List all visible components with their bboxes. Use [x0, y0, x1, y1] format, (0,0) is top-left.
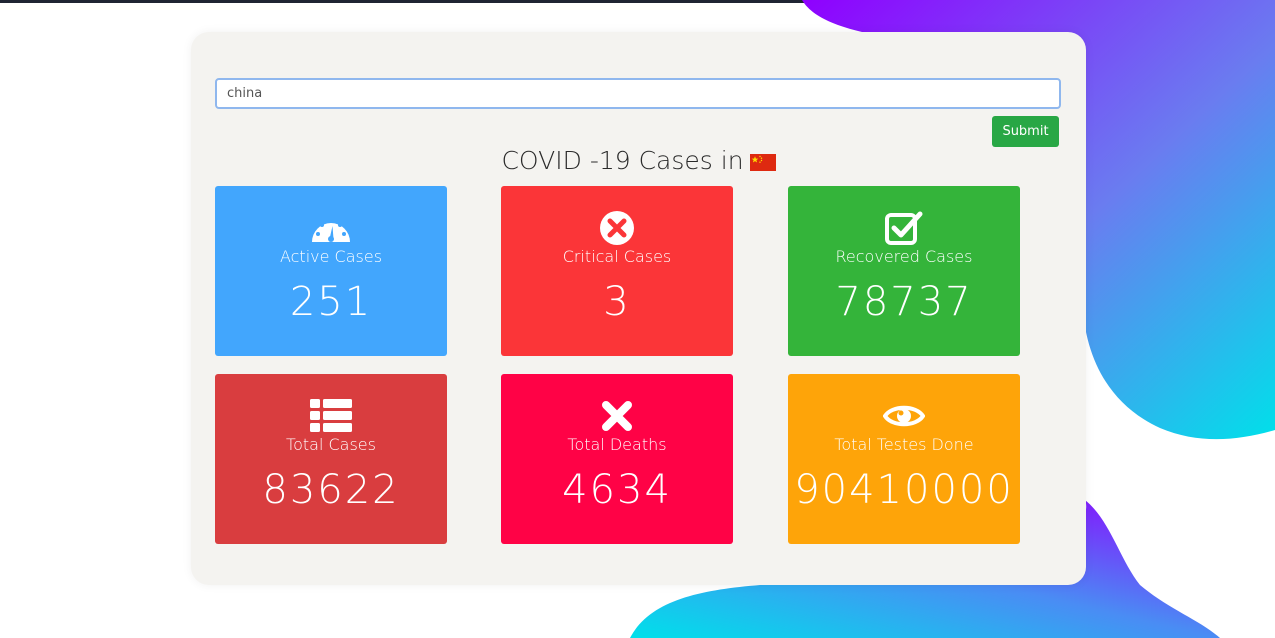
- gauge-icon: [215, 208, 447, 248]
- card-label: Total Testes Done: [834, 435, 974, 454]
- critical-cases-card: Critical Cases 3: [501, 186, 733, 356]
- card-value: 3: [603, 279, 631, 325]
- card-label: Total Deaths: [567, 435, 667, 454]
- card-value: 251: [289, 279, 373, 325]
- close-circle-icon: [501, 208, 733, 248]
- card-value: 4634: [562, 467, 672, 513]
- checkbox-icon: [788, 208, 1020, 248]
- active-cases-card: Active Cases 251: [215, 186, 447, 356]
- total-deaths-card: Total Deaths 4634: [501, 374, 733, 544]
- recovered-cases-card: Recovered Cases 78737: [788, 186, 1020, 356]
- eye-icon: [788, 396, 1020, 436]
- submit-button[interactable]: Submit: [992, 116, 1059, 147]
- card-value: 83622: [262, 467, 400, 513]
- card-label: Recovered Cases: [835, 247, 973, 266]
- card-value: 90410000: [794, 467, 1014, 513]
- list-icon: [215, 396, 447, 436]
- card-value: 78737: [835, 279, 973, 325]
- card-label: Total Cases: [286, 435, 376, 454]
- covid-stats-panel: Submit COVID -19 Cases in Active Cases 2…: [191, 32, 1086, 585]
- country-search-input[interactable]: [215, 78, 1061, 109]
- x-icon: [501, 396, 733, 436]
- page-title: COVID -19 Cases in: [191, 146, 1086, 177]
- card-label: Active Cases: [279, 247, 383, 266]
- total-cases-card: Total Cases 83622: [215, 374, 447, 544]
- total-tests-card: Total Testes Done 90410000: [788, 374, 1020, 544]
- title-text: COVID -19 Cases in: [501, 146, 744, 175]
- card-label: Critical Cases: [562, 247, 672, 266]
- china-flag-icon: [749, 148, 776, 177]
